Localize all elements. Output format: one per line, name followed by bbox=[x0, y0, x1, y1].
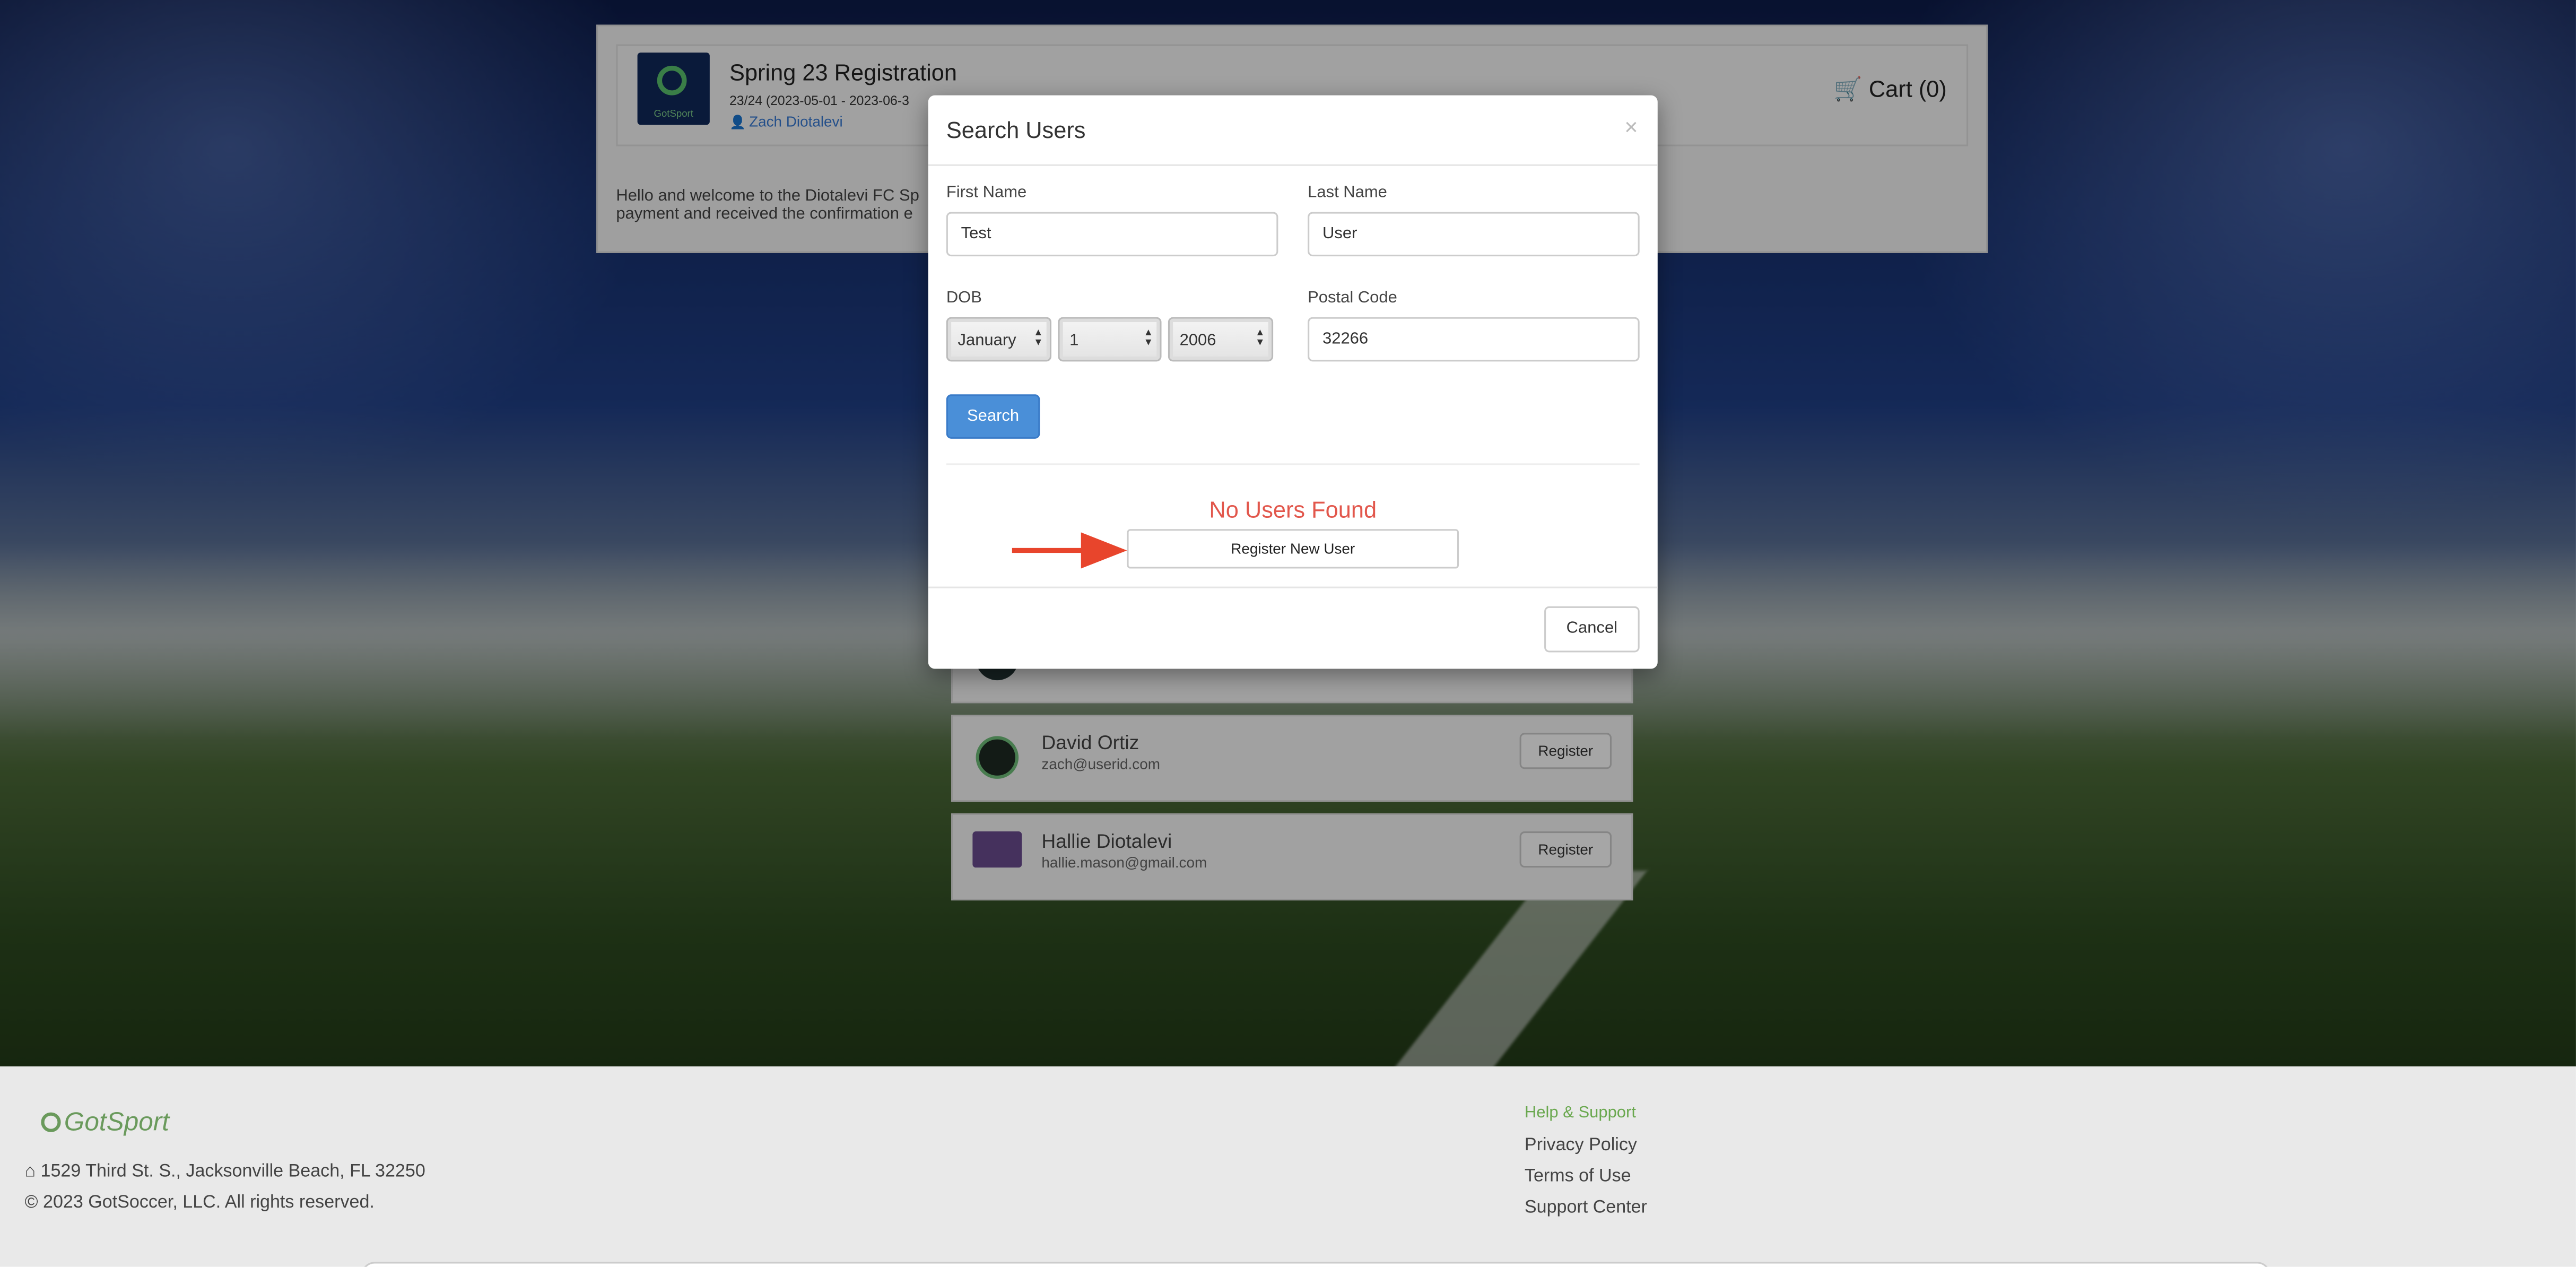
cancel-button[interactable]: Cancel bbox=[1544, 606, 1640, 653]
footer-logo-text: GotSport bbox=[64, 1109, 170, 1138]
footer-logo[interactable]: GotSport bbox=[41, 1109, 169, 1139]
search-button[interactable]: Search bbox=[946, 394, 1040, 439]
divider bbox=[928, 164, 1658, 166]
address-text: 1529 Third St. S., Jacksonville Beach, F… bbox=[40, 1161, 425, 1182]
postal-code-field[interactable] bbox=[1308, 317, 1640, 362]
first-name-label: First Name bbox=[946, 184, 1027, 202]
no-users-found-message: No Users Found bbox=[1209, 496, 1377, 523]
modal-title: Search Users bbox=[946, 116, 1086, 143]
last-name-field[interactable] bbox=[1308, 212, 1640, 257]
dob-day-value: 1 bbox=[1069, 332, 1079, 350]
terms-of-use-link[interactable]: Terms of Use bbox=[1525, 1167, 1631, 1186]
dob-year-select[interactable]: 2006 ▲ ▼ bbox=[1168, 317, 1274, 362]
close-icon[interactable]: × bbox=[1624, 114, 1638, 140]
postal-code-label: Postal Code bbox=[1308, 289, 1397, 308]
divider bbox=[946, 463, 1640, 465]
bottom-panel-edge bbox=[361, 1262, 2270, 1267]
dob-year-value: 2006 bbox=[1179, 332, 1216, 350]
footer: GotSport ⌂ 1529 Third St. S., Jacksonvil… bbox=[0, 1066, 2576, 1267]
footer-address: ⌂ 1529 Third St. S., Jacksonville Beach,… bbox=[24, 1162, 425, 1182]
search-users-modal: Search Users × First Name Last Name DOB … bbox=[928, 95, 1658, 669]
help-support-heading: Help & Support bbox=[1524, 1104, 1636, 1123]
privacy-policy-link[interactable]: Privacy Policy bbox=[1525, 1135, 1637, 1155]
select-arrows-icon: ▲ ▼ bbox=[1033, 328, 1043, 349]
gotsport-logo-icon bbox=[41, 1112, 61, 1132]
red-arrow-annotation bbox=[1012, 532, 1127, 569]
first-name-field[interactable] bbox=[946, 212, 1278, 257]
register-new-user-button[interactable]: Register New User bbox=[1127, 529, 1459, 569]
dob-day-select[interactable]: 1 ▲ ▼ bbox=[1058, 317, 1162, 362]
select-arrows-icon: ▲ ▼ bbox=[1143, 328, 1154, 349]
dob-month-value: January bbox=[958, 332, 1016, 350]
select-arrows-icon: ▲ ▼ bbox=[1255, 328, 1265, 349]
dob-month-select[interactable]: January ▲ ▼ bbox=[946, 317, 1052, 362]
last-name-label: Last Name bbox=[1308, 184, 1387, 202]
footer-copyright: © 2023 GotSoccer, LLC. All rights reserv… bbox=[24, 1193, 375, 1213]
dob-label: DOB bbox=[946, 289, 982, 308]
support-center-link[interactable]: Support Center bbox=[1525, 1198, 1647, 1218]
divider bbox=[928, 586, 1658, 588]
home-icon: ⌂ bbox=[24, 1161, 41, 1182]
